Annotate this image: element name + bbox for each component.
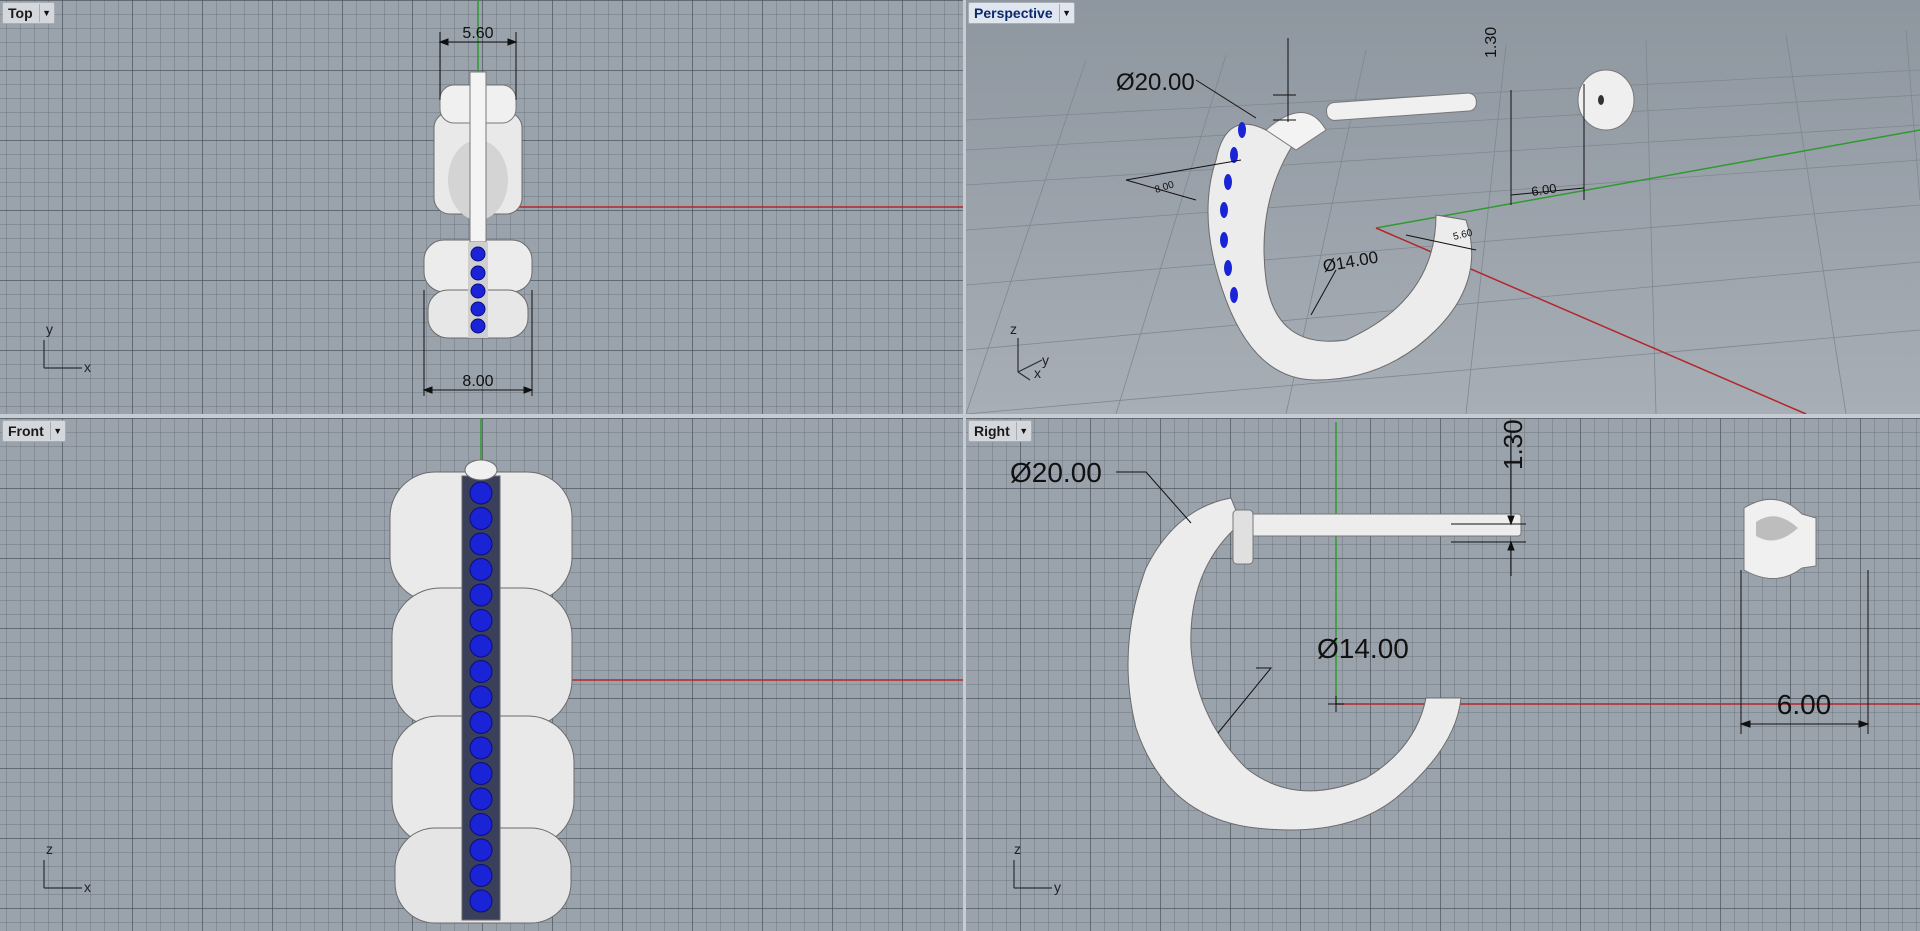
gem-stone xyxy=(469,481,493,505)
viewport-label-top[interactable]: Top ▼ xyxy=(2,2,55,24)
axis-label-x: x xyxy=(84,359,91,375)
triangle-down-icon[interactable]: ▼ xyxy=(49,422,65,440)
axis-label-x: x xyxy=(1034,365,1041,381)
stone-row-front xyxy=(469,481,493,913)
earring-right-view xyxy=(1127,497,1817,831)
gem-stone xyxy=(469,609,493,632)
viewport-label-front[interactable]: Front ▼ xyxy=(2,420,66,442)
gem-stone xyxy=(469,889,493,913)
gem-stone xyxy=(469,507,493,530)
axis-label-z: z xyxy=(1014,841,1021,857)
perspective-scene: Ø20.00 1.30 6.00 Ø14.00 8.00 5.60 z y x xyxy=(966,0,1920,414)
gem-stone xyxy=(469,711,493,734)
viewport-top[interactable]: Top ▼ 5.60 8.00 y x xyxy=(0,0,963,414)
gem-stone xyxy=(469,736,493,760)
gem-stone xyxy=(469,558,493,581)
gem-stone xyxy=(469,838,493,862)
right-dimensions xyxy=(1116,432,1870,734)
viewport-title: Right xyxy=(974,423,1010,439)
gem-stone xyxy=(469,762,493,785)
axis-label-z: z xyxy=(46,841,53,857)
gem-stone xyxy=(469,634,493,658)
gem-stone xyxy=(469,813,493,836)
axis-label-y: y xyxy=(1042,352,1049,368)
gem-stone xyxy=(469,864,493,887)
viewport-title: Perspective xyxy=(974,5,1053,21)
dim-right-outer: Ø20.00 xyxy=(1010,457,1102,488)
gem-stone xyxy=(469,532,493,556)
axis-label-y: y xyxy=(46,321,53,337)
viewport-label-perspective[interactable]: Perspective ▼ xyxy=(968,2,1075,24)
triangle-down-icon[interactable]: ▼ xyxy=(1015,422,1031,440)
viewport-divider-vertical[interactable] xyxy=(963,0,966,931)
viewport-title: Top xyxy=(8,5,33,21)
axis-label-y: y xyxy=(1054,879,1061,895)
top-scene: 5.60 8.00 y x xyxy=(43,0,963,396)
viewport-title: Front xyxy=(8,423,44,439)
axis-label-z: z xyxy=(1010,321,1017,337)
dim-right-back: 6.00 xyxy=(1777,689,1832,720)
gem-stone xyxy=(469,660,493,683)
dim-persp-post: 1.30 xyxy=(1483,27,1500,58)
right-scene: Ø20.00 Ø14.00 1.30 6.00 z y xyxy=(1010,419,1920,895)
dimension-label-5-60: 5.60 xyxy=(462,25,493,42)
gem-stone xyxy=(469,787,493,811)
viewport-label-right[interactable]: Right ▼ xyxy=(968,420,1032,442)
viewport-perspective[interactable]: Perspective ▼ Ø20.00 1.30 6.00 Ø14.00 8.… xyxy=(966,0,1920,414)
axis-label-x: x xyxy=(84,879,91,895)
front-scene: z x xyxy=(43,418,963,924)
triangle-down-icon[interactable]: ▼ xyxy=(38,4,54,22)
dimension-label-8-00: 8.00 xyxy=(462,373,493,390)
dim-persp-outer: Ø20.00 xyxy=(1116,69,1195,96)
axis-tripod xyxy=(43,340,82,369)
axis-tripod xyxy=(43,860,82,889)
viewport-front[interactable]: Front ▼ z x xyxy=(0,418,963,931)
axis-tripod xyxy=(1013,860,1052,889)
dim-right-post: 1.30 xyxy=(1498,419,1528,470)
gem-stone xyxy=(469,685,493,709)
viewport-right[interactable]: Right ▼ Ø20.00 Ø14.00 1.30 6.00 z y xyxy=(966,418,1920,931)
gem-stone xyxy=(469,583,493,607)
triangle-down-icon[interactable]: ▼ xyxy=(1058,4,1074,22)
viewport-divider-horizontal[interactable] xyxy=(0,414,1920,418)
dim-right-inner: Ø14.00 xyxy=(1317,633,1409,664)
